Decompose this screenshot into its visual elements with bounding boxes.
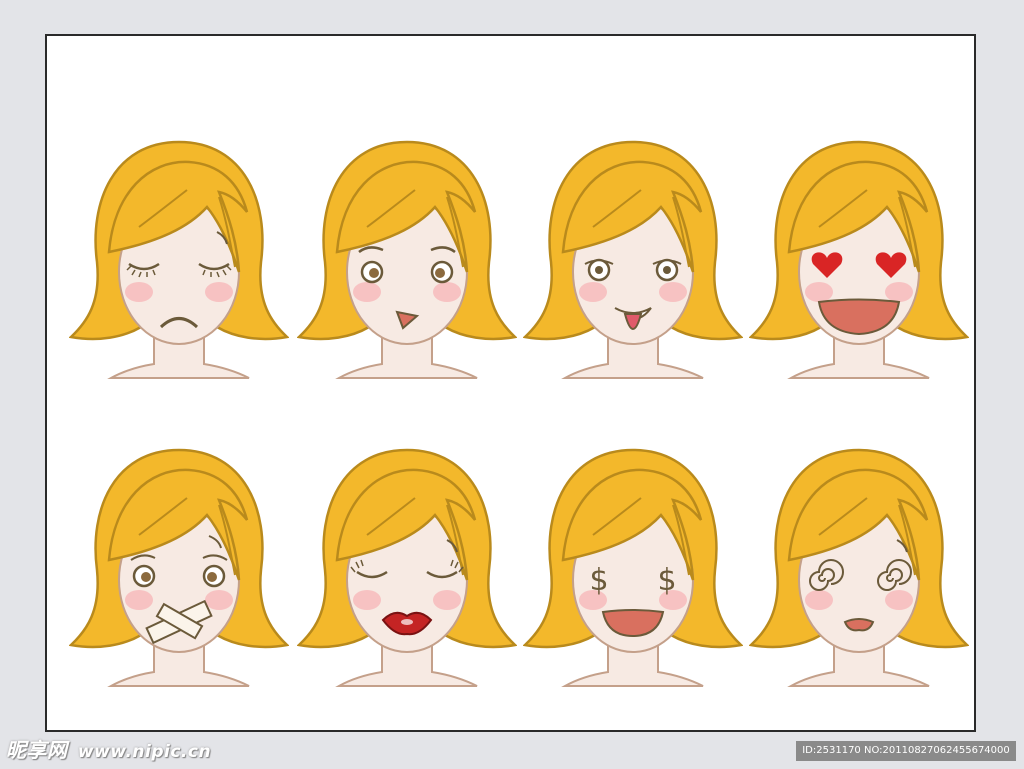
face-illustration bbox=[523, 140, 743, 379]
face-dollar-eyes: $ $ bbox=[523, 436, 743, 696]
face-taped-mouth bbox=[69, 436, 289, 696]
face-illustration bbox=[297, 140, 517, 379]
image-frame: $ $ bbox=[45, 34, 976, 732]
face-sad-closed-eyes bbox=[69, 128, 289, 388]
svg-text:$: $ bbox=[657, 563, 676, 598]
face-worried bbox=[297, 128, 517, 388]
face-tongue-out bbox=[523, 128, 743, 388]
svg-text:$: $ bbox=[589, 563, 608, 598]
face-illustration bbox=[297, 448, 517, 687]
image-id-bar: ID:2531170 NO:20110827062455674000 bbox=[796, 741, 1016, 761]
face-kiss-lips bbox=[297, 436, 517, 696]
faces-grid: $ $ bbox=[47, 36, 974, 730]
site-watermark: 昵享网 www.nipic.cn bbox=[6, 734, 211, 763]
face-illustration bbox=[749, 448, 969, 687]
face-illustration bbox=[69, 448, 289, 687]
watermark-url: www.nipic.cn bbox=[77, 742, 212, 762]
face-heart-eyes bbox=[749, 128, 969, 388]
face-illustration: $ $ bbox=[523, 448, 743, 687]
face-illustration bbox=[69, 140, 289, 379]
watermark-brand: 昵享网 bbox=[6, 738, 68, 762]
face-dizzy bbox=[749, 436, 969, 696]
face-illustration bbox=[749, 140, 969, 379]
